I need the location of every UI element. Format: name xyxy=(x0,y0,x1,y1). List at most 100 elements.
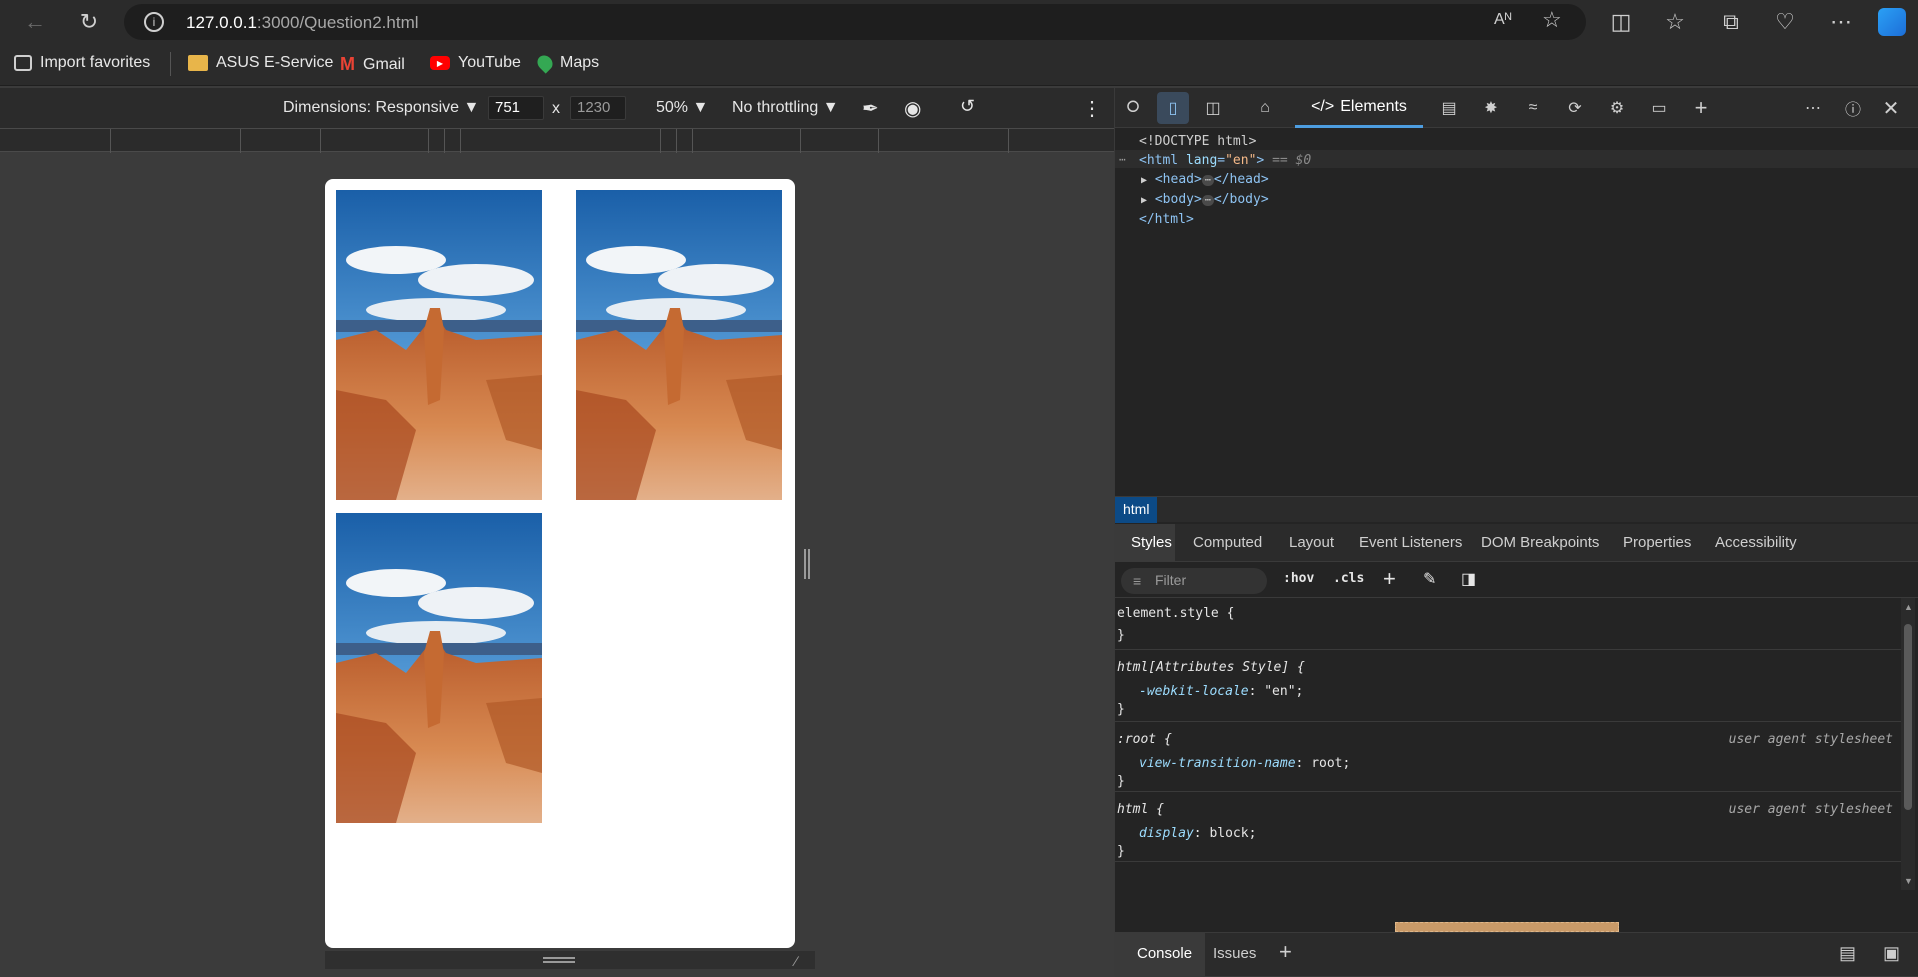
tab-elements[interactable]: </> Elements xyxy=(1295,88,1423,128)
inspect-element-icon[interactable]: ⭘ xyxy=(1117,92,1149,124)
dropdown-arrow-icon: ▼ xyxy=(822,99,839,116)
more-tools-icon[interactable]: ⋯ xyxy=(1797,92,1829,124)
console-tab-icon[interactable]: ▤ xyxy=(1433,92,1465,124)
reload-icon[interactable]: ↻ xyxy=(72,5,106,39)
drawer-tab-console[interactable]: Console xyxy=(1137,945,1192,962)
read-aloud-icon[interactable]: Aᴺ xyxy=(1494,11,1512,29)
bookmark-asus-e-service[interactable]: ASUS E-Service xyxy=(188,54,333,72)
device-emulation-icon[interactable]: ▯ xyxy=(1157,92,1189,124)
dom-doctype[interactable]: <!DOCTYPE html> xyxy=(1139,134,1256,149)
dimensions-dropdown[interactable]: Dimensions: Responsive ▼ xyxy=(283,99,479,117)
scroll-up-icon[interactable]: ▲ xyxy=(1904,602,1913,612)
back-icon[interactable]: ← xyxy=(18,5,52,39)
memory-settings-icon[interactable]: ⚙ xyxy=(1601,92,1633,124)
favorite-star-icon[interactable]: ☆ xyxy=(1542,7,1562,33)
more-options-icon[interactable]: ⋮ xyxy=(1082,96,1102,121)
drawer-tab-issues[interactable]: Issues xyxy=(1213,945,1256,962)
selected-marker: == $0 xyxy=(1272,153,1312,168)
address-bar[interactable]: i 127.0.0.1:3000/Question2.html Aᴺ ☆ xyxy=(124,4,1586,40)
dom-head[interactable]: ▶ <head> ⋯ </head> xyxy=(1141,172,1269,187)
ruler-tick xyxy=(692,129,693,153)
collections-icon[interactable]: ⧉ xyxy=(1714,5,1748,39)
sources-bug-icon[interactable]: ✸ xyxy=(1475,92,1507,124)
bookmark-import-favorites[interactable]: Import favorites xyxy=(14,54,150,72)
dom-html-open[interactable]: <html lang="en"> == $0 xyxy=(1139,153,1311,168)
scroll-down-icon[interactable]: ▼ xyxy=(1904,876,1913,886)
expand-triangle-icon[interactable]: ▶ xyxy=(1141,175,1147,186)
code-brackets-icon: </> xyxy=(1311,97,1335,115)
paint-brush-icon[interactable]: ✎ xyxy=(1423,569,1436,589)
emulated-viewport: ∕ xyxy=(0,153,1114,976)
tab-dom-breakpoints[interactable]: DOM Breakpoints xyxy=(1481,534,1599,551)
welcome-home-icon[interactable]: ⌂ xyxy=(1249,92,1281,124)
ellipsis-icon[interactable]: ⋯ xyxy=(1201,175,1214,186)
dom-body[interactable]: ▶ <body> ⋯ </body> xyxy=(1141,192,1269,207)
youtube-icon: ▶ xyxy=(430,56,450,70)
dom-row-menu-icon[interactable]: ⋯ xyxy=(1119,153,1126,166)
tab-styles[interactable]: Styles xyxy=(1131,534,1172,551)
resize-corner-icon[interactable]: ∕ xyxy=(795,953,797,969)
bookmark-youtube[interactable]: ▶ YouTube xyxy=(430,54,521,72)
rule-root[interactable]: :root { user agent stylesheet view-trans… xyxy=(1115,722,1903,792)
width-input[interactable]: 751 xyxy=(488,96,544,120)
media-query-ruler[interactable] xyxy=(0,128,1114,153)
dom-html-close[interactable]: </html> xyxy=(1139,212,1194,227)
breadcrumb-html[interactable]: html xyxy=(1115,497,1158,523)
vision-deficiency-icon[interactable]: ◉ xyxy=(904,96,921,121)
throttling-dropdown[interactable]: No throttling ▼ xyxy=(732,99,839,117)
tab-properties[interactable]: Properties xyxy=(1623,534,1691,551)
resize-handle-bottom[interactable]: ∕ xyxy=(325,951,815,969)
eyedropper-icon[interactable]: ✒ xyxy=(862,96,879,121)
site-info-icon[interactable]: i xyxy=(144,12,164,32)
resize-handle-right[interactable] xyxy=(803,549,811,579)
rule-declaration: -webkit-locale: "en"; xyxy=(1139,684,1303,699)
close-drawer-icon[interactable]: ▣ xyxy=(1883,943,1900,964)
tab-accessibility[interactable]: Accessibility xyxy=(1715,534,1797,551)
rule-selector: html { xyxy=(1117,802,1164,817)
url-text: 127.0.0.1:3000/Question2.html xyxy=(186,13,419,33)
help-icon[interactable]: ⓘ xyxy=(1837,92,1869,124)
add-tool-icon[interactable]: + xyxy=(1685,92,1717,124)
performance-icon[interactable]: ⟳ xyxy=(1559,92,1591,124)
network-wifi-icon[interactable]: ≈ xyxy=(1517,92,1549,124)
split-screen-icon[interactable]: ◫ xyxy=(1604,5,1638,39)
bookmark-maps[interactable]: Maps xyxy=(534,52,599,74)
scrollbar-thumb[interactable] xyxy=(1904,624,1912,810)
tab-layout[interactable]: Layout xyxy=(1289,534,1334,551)
move-to-top-icon[interactable]: ▤ xyxy=(1839,943,1856,964)
cls-button[interactable]: .cls xyxy=(1333,571,1364,586)
tag-html: <html xyxy=(1139,153,1179,168)
expand-triangle-icon[interactable]: ▶ xyxy=(1141,195,1147,206)
application-icon[interactable]: ▭ xyxy=(1643,92,1675,124)
maps-icon xyxy=(534,52,556,74)
favorites-icon[interactable]: ☆ xyxy=(1658,5,1692,39)
bookmark-label: ASUS E-Service xyxy=(216,54,334,71)
styles-scrollbar[interactable]: ▲ ▼ xyxy=(1901,598,1915,890)
console-drawer: Console Issues + ▤ ▣ xyxy=(1115,932,1918,977)
toggle-sidebar-icon[interactable]: ◨ xyxy=(1461,569,1476,589)
tab-event-listeners[interactable]: Event Listeners xyxy=(1359,534,1462,551)
ellipsis-icon[interactable]: ⋯ xyxy=(1201,195,1214,206)
bookmark-gmail[interactable]: M Gmail xyxy=(340,54,405,75)
rule-selector: :root { xyxy=(1117,732,1172,747)
more-icon[interactable]: ⋯ xyxy=(1824,5,1858,39)
hov-button[interactable]: :hov xyxy=(1283,571,1314,586)
zoom-dropdown[interactable]: 50% ▼ xyxy=(656,99,708,117)
add-drawer-tab-icon[interactable]: + xyxy=(1279,939,1292,965)
copilot-icon[interactable] xyxy=(1878,8,1906,36)
rule-html[interactable]: html { user agent stylesheet display: bl… xyxy=(1115,792,1903,862)
rule-value: : "en"; xyxy=(1248,684,1304,699)
new-style-rule-icon[interactable]: + xyxy=(1383,566,1396,592)
rotate-icon[interactable]: ↺ xyxy=(960,96,975,117)
tab-computed[interactable]: Computed xyxy=(1193,534,1262,551)
browser-essentials-icon[interactable]: ♡ xyxy=(1768,5,1802,39)
rule-element-style[interactable]: element.style { } xyxy=(1115,598,1903,650)
ruler-tick xyxy=(660,129,661,153)
close-devtools-icon[interactable]: ✕ xyxy=(1875,92,1907,124)
filter-input[interactable]: Filter xyxy=(1121,568,1267,594)
height-input[interactable]: 1230 xyxy=(570,96,626,120)
rule-attributes-style[interactable]: html[Attributes Style] { -webkit-locale:… xyxy=(1115,650,1903,722)
ruler-tick xyxy=(460,129,461,153)
dock-side-icon[interactable]: ◫ xyxy=(1197,92,1229,124)
rule-source: user agent stylesheet xyxy=(1728,802,1893,817)
